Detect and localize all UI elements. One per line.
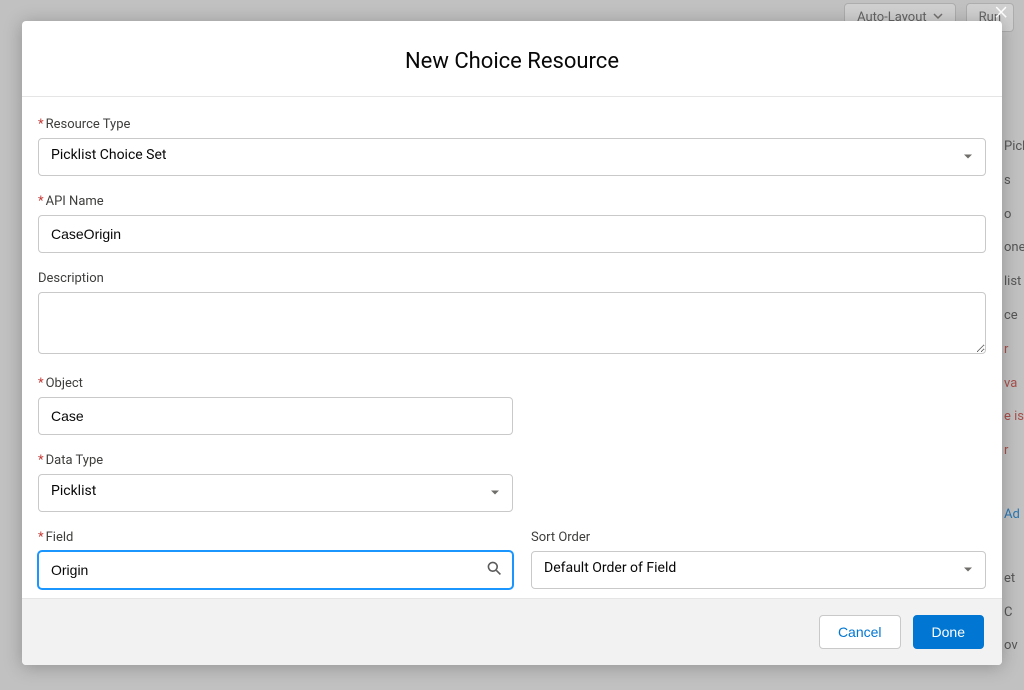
api-name-input[interactable] [38,215,986,253]
done-button[interactable]: Done [913,615,984,649]
required-mark: * [38,453,44,468]
resource-type-select[interactable]: Picklist Choice Set [38,138,986,176]
modal-header: New Choice Resource [22,21,1002,97]
sort-order-label: Sort Order [531,530,986,545]
object-label: *Object [38,376,513,391]
cancel-button[interactable]: Cancel [819,615,901,649]
object-group: *Object [38,376,513,435]
data-type-label: *Data Type [38,453,513,468]
data-type-group: *Data Type Picklist [38,453,513,512]
field-input[interactable] [38,551,513,589]
new-choice-resource-modal: New Choice Resource *Resource Type Pickl… [22,21,1002,665]
required-mark: * [38,530,44,545]
data-type-select[interactable]: Picklist [38,474,513,512]
resource-type-group: *Resource Type Picklist Choice Set [38,117,986,176]
required-mark: * [38,117,44,132]
description-textarea[interactable] [38,292,986,354]
modal-footer: Cancel Done [22,598,1002,665]
sort-order-select[interactable]: Default Order of Field [531,551,986,589]
api-name-group: *API Name [38,194,986,253]
object-input[interactable] [38,397,513,435]
sort-order-group: Sort Order Default Order of Field [531,530,986,589]
description-label: Description [38,271,986,286]
modal-title: New Choice Resource [22,49,1002,74]
description-group: Description [38,271,986,358]
resource-type-label: *Resource Type [38,117,986,132]
field-group: *Field [38,530,513,589]
api-name-label: *API Name [38,194,986,209]
modal-body: *Resource Type Picklist Choice Set *API … [22,97,1002,598]
required-mark: * [38,376,44,391]
field-label: *Field [38,530,513,545]
required-mark: * [38,194,44,209]
